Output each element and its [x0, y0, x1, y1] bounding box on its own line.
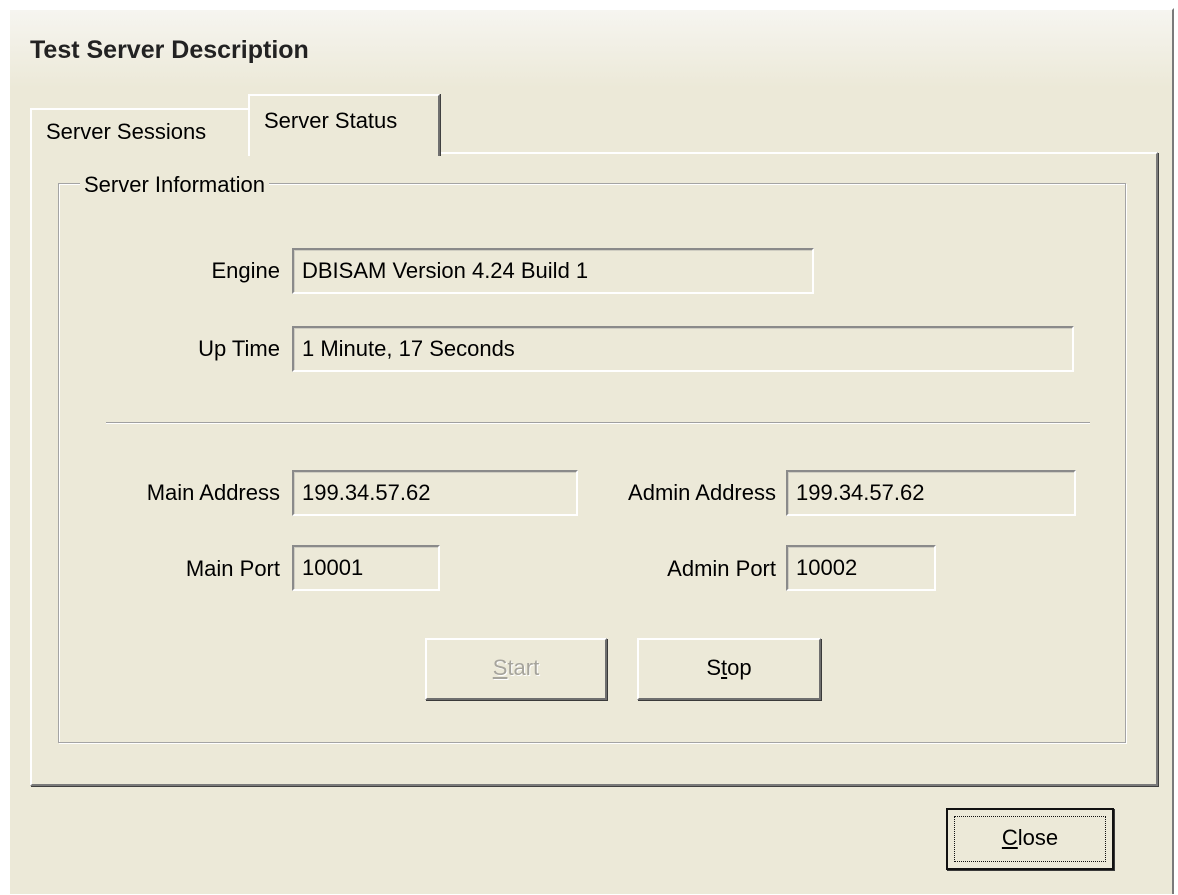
tab-server-sessions-label: Server Sessions: [46, 119, 207, 144]
title-bar[interactable]: Test Server Description: [10, 10, 1172, 88]
admin-address-field[interactable]: 199.34.57.62: [786, 470, 1076, 516]
close-button[interactable]: Close: [946, 808, 1114, 870]
engine-label: Engine: [211, 258, 280, 283]
close-button-label: Close: [1001, 825, 1059, 850]
start-button-label: Start: [492, 655, 540, 680]
tab-server-sessions[interactable]: Server Sessions: [30, 108, 250, 156]
stop-button-label: Stop: [706, 655, 752, 680]
window-title: Test Server Description: [30, 36, 309, 64]
stop-button[interactable]: Stop: [637, 638, 821, 700]
separator: [106, 422, 1090, 424]
main-address-label: Main Address: [146, 480, 280, 505]
start-button[interactable]: Start: [425, 638, 607, 700]
admin-address-label: Admin Address: [628, 480, 776, 505]
tab-server-status-label: Server Status: [264, 108, 398, 133]
admin-port-field[interactable]: 10002: [786, 545, 936, 591]
tab-server-status[interactable]: Server Status: [248, 94, 440, 156]
group-label: Server Information: [80, 172, 269, 198]
admin-port-label: Admin Port: [667, 556, 776, 581]
engine-field[interactable]: DBISAM Version 4.24 Build 1: [292, 248, 814, 294]
uptime-field[interactable]: 1 Minute, 17 Seconds: [292, 326, 1074, 372]
main-port-field[interactable]: 10001: [292, 545, 440, 591]
main-address-field[interactable]: 199.34.57.62: [292, 470, 578, 516]
main-port-label: Main Port: [185, 556, 280, 581]
uptime-label: Up Time: [198, 336, 280, 361]
